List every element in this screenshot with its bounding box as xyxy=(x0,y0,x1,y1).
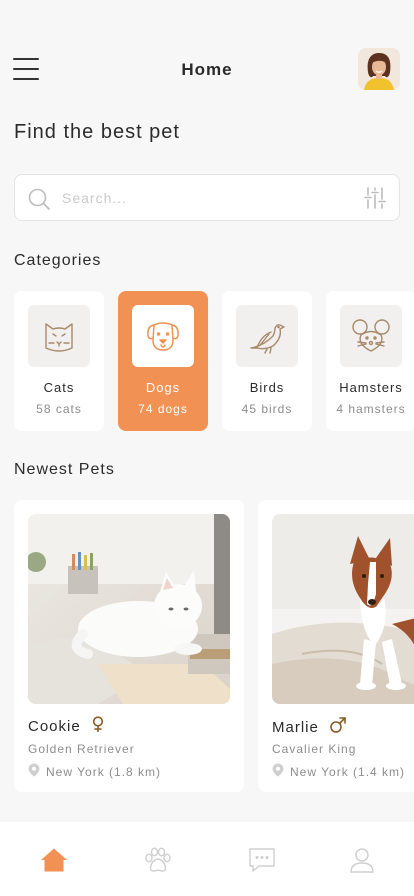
category-name: Birds xyxy=(249,380,285,395)
pet-card-marlie[interactable]: Marlie Cavalier King New York (1.4 km) xyxy=(258,500,414,792)
mouse-icon xyxy=(340,305,402,367)
category-count: 4 hamsters xyxy=(336,402,406,416)
pet-breed: Cavalier King xyxy=(272,742,357,756)
category-name: Cats xyxy=(43,380,75,395)
category-birds[interactable]: Birds 45 birds xyxy=(222,291,312,431)
home-icon[interactable] xyxy=(40,846,68,874)
category-name: Hamsters xyxy=(339,380,403,395)
page-heading: Find the best pet xyxy=(14,121,180,143)
location-pin-icon xyxy=(272,763,284,780)
category-count: 58 cats xyxy=(36,402,82,416)
category-dogs[interactable]: Dogs 74 dogs xyxy=(118,291,208,431)
category-name: Dogs xyxy=(145,380,181,395)
female-icon xyxy=(91,716,105,737)
categories-list: Cats 58 cats Dogs 74 dogs Birds 45 birds… xyxy=(14,291,414,431)
category-hamsters[interactable]: Hamsters 4 hamsters xyxy=(326,291,414,431)
filter-sliders-icon[interactable] xyxy=(363,186,387,215)
app-header: Home xyxy=(0,40,414,100)
avatar[interactable] xyxy=(358,48,400,90)
search-input[interactable] xyxy=(62,186,342,210)
page-title: Home xyxy=(181,60,233,79)
category-count: 74 dogs xyxy=(138,402,188,416)
pet-photo xyxy=(272,514,414,704)
newest-pets-list: Cookie Golden Retriever New York (1.8 km… xyxy=(14,500,414,792)
bottom-tab-bar xyxy=(0,822,414,896)
pet-card-cookie[interactable]: Cookie Golden Retriever New York (1.8 km… xyxy=(14,500,244,792)
pet-location: New York (1.8 km) xyxy=(46,764,162,779)
dog-face-icon xyxy=(132,305,194,367)
categories-heading: Categories xyxy=(14,252,102,269)
pet-photo xyxy=(28,514,230,704)
bird-icon xyxy=(236,305,298,367)
search-bar xyxy=(14,174,400,221)
male-icon xyxy=(329,716,347,739)
pet-name: Marlie xyxy=(272,719,319,736)
search-icon xyxy=(27,187,51,216)
chat-icon[interactable] xyxy=(248,846,276,874)
category-cats[interactable]: Cats 58 cats xyxy=(14,291,104,431)
paw-icon[interactable] xyxy=(144,846,172,874)
pet-location: New York (1.4 km) xyxy=(290,764,406,779)
user-icon[interactable] xyxy=(348,846,376,874)
pet-breed: Golden Retriever xyxy=(28,742,135,756)
newest-pets-heading: Newest Pets xyxy=(14,461,115,478)
cat-face-icon xyxy=(28,305,90,367)
category-count: 45 birds xyxy=(241,402,293,416)
pet-name: Cookie xyxy=(28,718,81,735)
location-pin-icon xyxy=(28,763,40,780)
